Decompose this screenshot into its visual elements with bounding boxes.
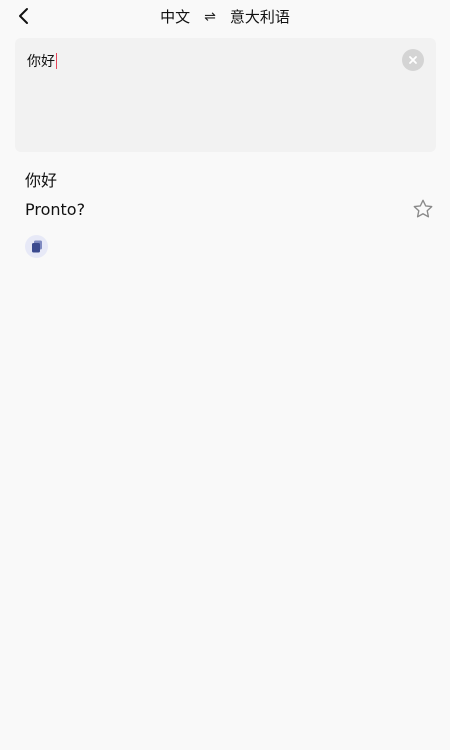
result-source-text: 你好 (25, 171, 58, 190)
input-value: 你好 (27, 54, 55, 70)
swap-languages-button[interactable]: ⇌ (204, 9, 216, 25)
favorite-button[interactable] (412, 198, 434, 220)
copy-icon (31, 240, 42, 253)
input-field[interactable]: 你好 (27, 51, 57, 71)
target-language-selector[interactable]: 意大利语 (230, 6, 290, 27)
close-icon (409, 56, 417, 64)
top-bar: 中文 ⇌ 意大利语 (0, 0, 450, 34)
source-language-selector[interactable]: 中文 (160, 6, 190, 27)
star-outline-icon (413, 199, 433, 218)
translation-input-area[interactable]: 你好 (15, 38, 436, 152)
copy-button[interactable] (25, 235, 48, 258)
result-translation-text: Pronto? (25, 200, 86, 219)
clear-input-button[interactable] (402, 49, 424, 71)
language-switcher: 中文 ⇌ 意大利语 (0, 6, 450, 27)
text-caret (56, 53, 57, 69)
